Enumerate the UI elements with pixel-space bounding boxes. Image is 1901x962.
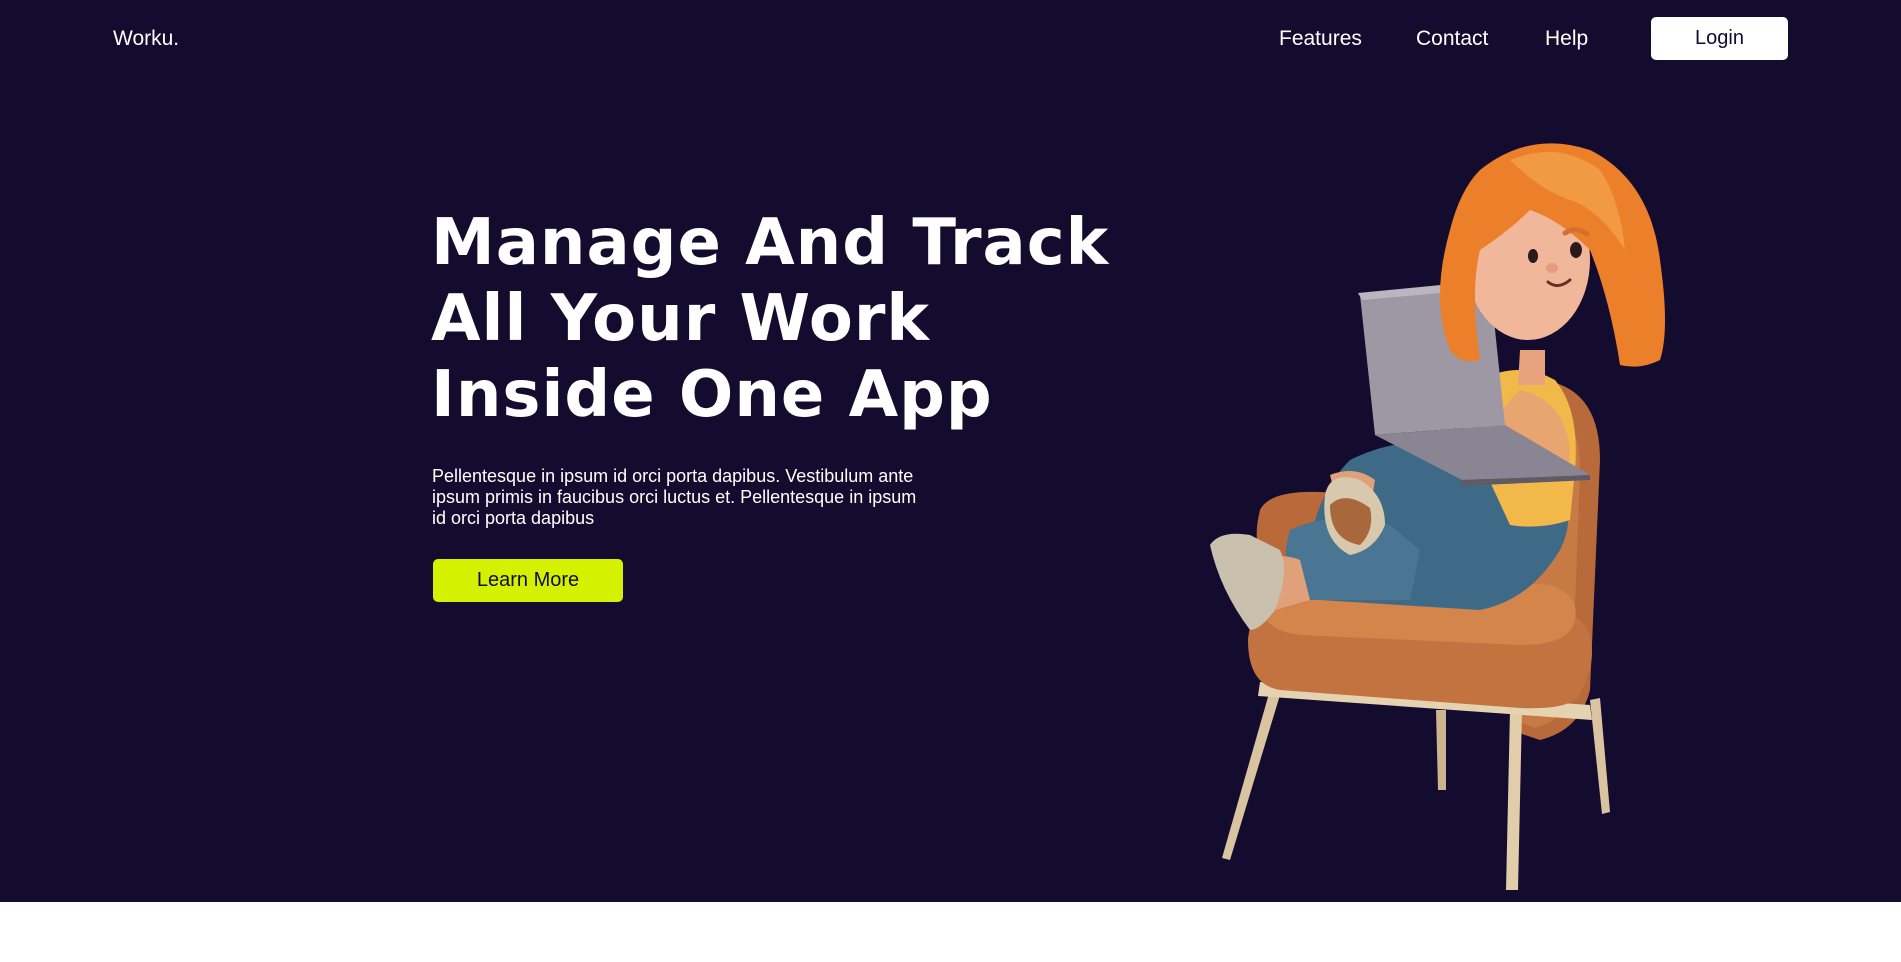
headline-line: Inside One App [431,358,993,432]
nav-link-features[interactable]: Features [1279,27,1362,51]
eye [1528,249,1538,263]
hero-section: Worku. Features Contact Help Login Manag… [0,0,1901,902]
hero-headline: Manage And Track All Your Work Inside On… [431,205,1109,433]
nose [1546,263,1558,273]
login-button[interactable]: Login [1651,17,1788,60]
chair-leg [1590,698,1610,814]
headline-line: All Your Work [431,282,930,356]
learn-more-button[interactable]: Learn More [433,559,623,602]
woman-with-laptop-illustration [1210,143,1665,890]
nav-link-help[interactable]: Help [1545,27,1588,51]
chair-leg [1506,710,1522,890]
hero-description: Pellentesque in ipsum id orci porta dapi… [432,466,917,528]
nav-link-contact[interactable]: Contact [1416,27,1488,51]
brand-logo[interactable]: Worku. [113,27,179,51]
chair-leg [1222,690,1280,860]
chair-leg [1436,710,1446,790]
neck [1518,350,1545,385]
headline-line: Manage And Track [431,206,1110,280]
eye [1570,242,1582,258]
